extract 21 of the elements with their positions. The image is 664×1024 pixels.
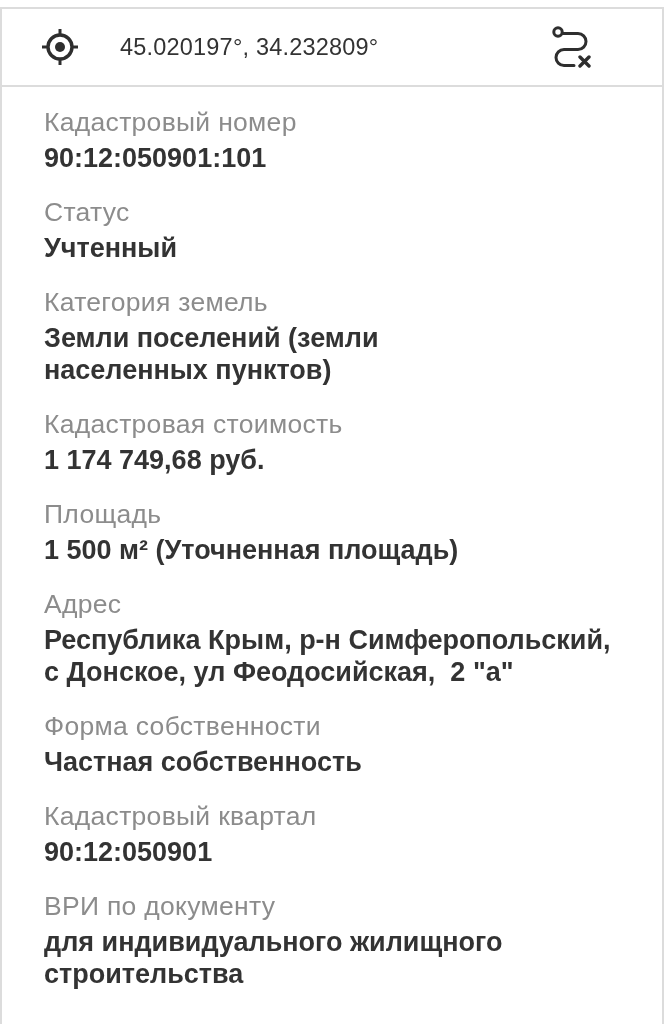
route-clear-icon[interactable] <box>552 26 592 68</box>
field-value: Учтенный <box>44 232 177 264</box>
field-value: 90:12:050901:101 <box>44 142 267 174</box>
field-label: ВРИ по документу <box>44 890 276 922</box>
field-value: для индивидуального жилищного строительства <box>44 926 503 990</box>
field-label: Кадастровый номер <box>44 106 297 138</box>
field-value: Республика Крым, р-н Симферопольский, с Донское, ул Феодосийская, 2 "а" <box>44 624 611 688</box>
field-label: Форма собственности <box>44 710 321 742</box>
field-value: Частная собственность <box>44 746 362 778</box>
field-label: Категория земель <box>44 286 268 318</box>
field-value: 90:12:050901 <box>44 836 213 868</box>
field-value: 1 174 749,68 руб. <box>44 444 265 476</box>
field-label: Площадь <box>44 498 162 530</box>
field-label: Адрес <box>44 588 122 620</box>
field-label: Статус <box>44 196 130 228</box>
coordinates-text: 45.020197°, 34.232809° <box>120 33 380 61</box>
field-label: Кадастровая стоимость <box>44 408 343 440</box>
location-target-icon[interactable] <box>42 29 78 65</box>
field-label: Кадастровый квартал <box>44 800 317 832</box>
field-value: 1 500 м² (Уточненная площадь) <box>44 534 459 566</box>
field-value: Земли поселений (земли населенных пунктов) <box>44 322 379 386</box>
